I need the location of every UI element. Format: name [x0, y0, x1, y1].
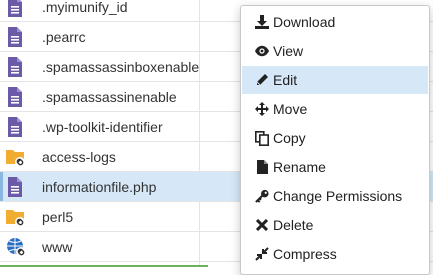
file-rename-icon [255, 159, 269, 175]
pencil-icon [255, 72, 269, 88]
folder-link-icon [6, 207, 25, 227]
menu-item-change-permissions[interactable]: Change Permissions [242, 182, 428, 210]
file-name: .spamassassinenable [42, 88, 177, 105]
menu-item-label: Delete [273, 217, 314, 233]
file-icon [6, 27, 24, 47]
file-name: informationfile.php [42, 178, 157, 195]
menu-item-label: Move [273, 101, 308, 117]
file-icon [6, 177, 24, 197]
menu-item-view[interactable]: View [242, 37, 428, 65]
close-x-icon [255, 217, 269, 233]
move-arrows-icon [255, 101, 269, 117]
menu-item-label: Change Permissions [273, 188, 403, 204]
file-icon [6, 87, 24, 107]
folder-link-icon [6, 147, 25, 167]
file-name: .myimunify_id [42, 0, 128, 15]
folder-name: perl5 [42, 208, 74, 225]
file-icon [6, 57, 24, 77]
menu-item-rename[interactable]: Rename [242, 153, 428, 181]
folder-name: www [42, 238, 73, 255]
context-menu: Download View Edit Move Copy Rename Chan… [240, 5, 430, 275]
file-name: .pearrc [42, 28, 86, 45]
menu-item-delete[interactable]: Delete [242, 211, 428, 239]
menu-item-label: Download [273, 14, 336, 30]
globe-link-icon [6, 237, 26, 257]
file-icon [6, 117, 24, 137]
folder-name: access-logs [42, 148, 116, 165]
file-name: .spamassassinboxenable [42, 58, 200, 75]
menu-item-label: Copy [273, 130, 306, 146]
eye-icon [255, 43, 269, 59]
compress-icon [255, 246, 269, 262]
menu-item-compress[interactable]: Compress [242, 240, 428, 268]
menu-item-label: Rename [273, 159, 326, 175]
menu-item-download[interactable]: Download [242, 8, 428, 36]
file-name: .wp-toolkit-identifier [42, 118, 163, 135]
menu-item-move[interactable]: Move [242, 95, 428, 123]
menu-item-label: View [273, 43, 304, 59]
menu-item-copy[interactable]: Copy [242, 124, 428, 152]
menu-item-label: Compress [273, 246, 337, 262]
copy-icon [255, 130, 269, 146]
menu-item-label: Edit [273, 72, 298, 88]
key-icon [255, 188, 269, 204]
menu-item-edit[interactable]: Edit [242, 66, 428, 94]
download-icon [255, 14, 269, 30]
file-icon [6, 0, 24, 17]
